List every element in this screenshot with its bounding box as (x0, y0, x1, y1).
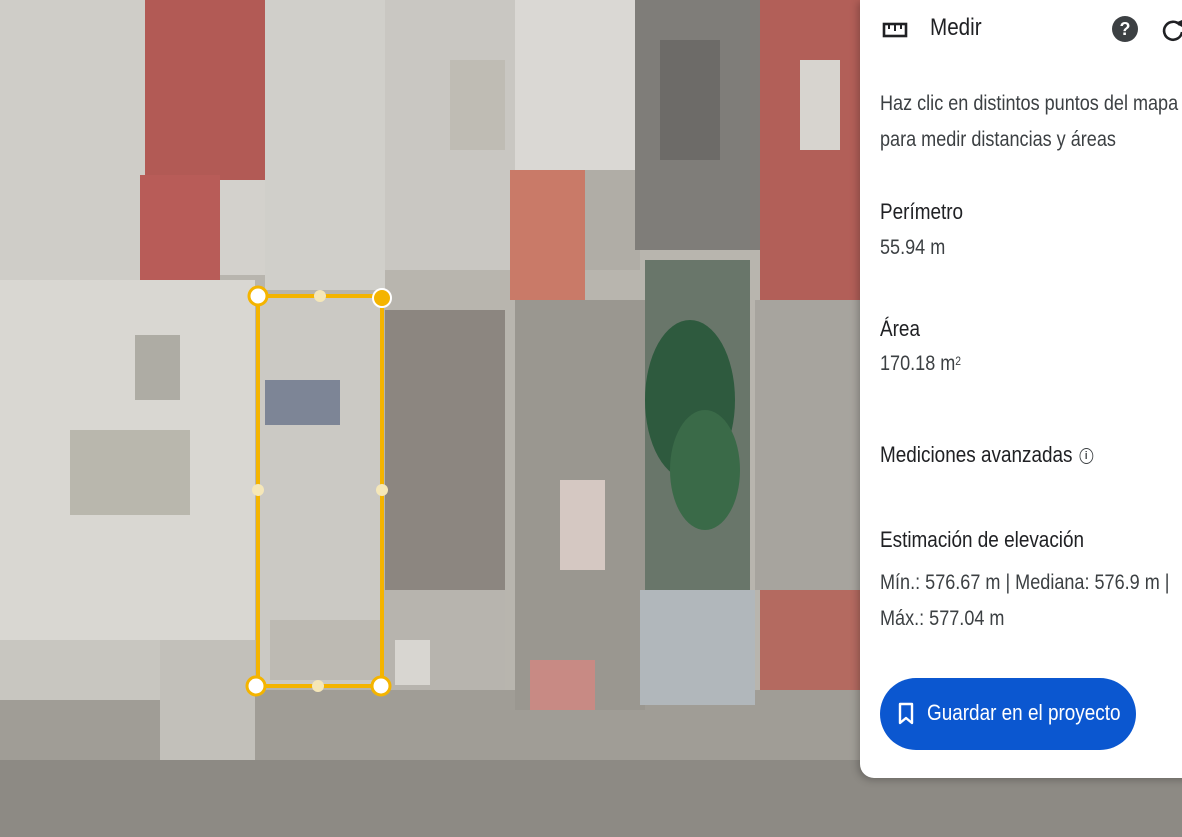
perimeter-value: 55.94 m (880, 236, 946, 259)
advanced-measurements[interactable]: Mediciones avanzadas i (880, 442, 1094, 468)
save-button-label: Guardar en el proyecto (927, 700, 1121, 725)
elevation-label: Estimación de elevación (880, 527, 1085, 552)
perimeter-label: Perímetro (880, 199, 964, 224)
save-to-project-button[interactable]: Guardar en el proyecto (880, 678, 1136, 750)
ruler-icon (882, 22, 908, 38)
area-number: 170.18 m (880, 352, 956, 375)
reset-icon[interactable] (1160, 16, 1182, 44)
panel-title: Medir (930, 14, 982, 41)
help-icon[interactable]: ? (1112, 16, 1138, 42)
bookmark-icon (898, 702, 914, 725)
panel-header: Medir ? (860, 0, 1182, 60)
info-icon[interactable]: i (1079, 448, 1094, 464)
area-label: Área (880, 316, 920, 341)
area-unit-superscript: 2 (955, 354, 962, 368)
instructions-text: Haz clic en distintos puntos del mapa pa… (880, 92, 1179, 151)
advanced-measurements-label: Mediciones avanzadas (880, 442, 1073, 467)
elevation-value: Mín.: 576.67 m | Mediana: 576.9 m | Máx.… (880, 571, 1170, 630)
measure-panel: Medir ? Haz clic en distintos puntos del… (860, 0, 1182, 778)
area-value: 170.18 m2 (880, 352, 961, 376)
